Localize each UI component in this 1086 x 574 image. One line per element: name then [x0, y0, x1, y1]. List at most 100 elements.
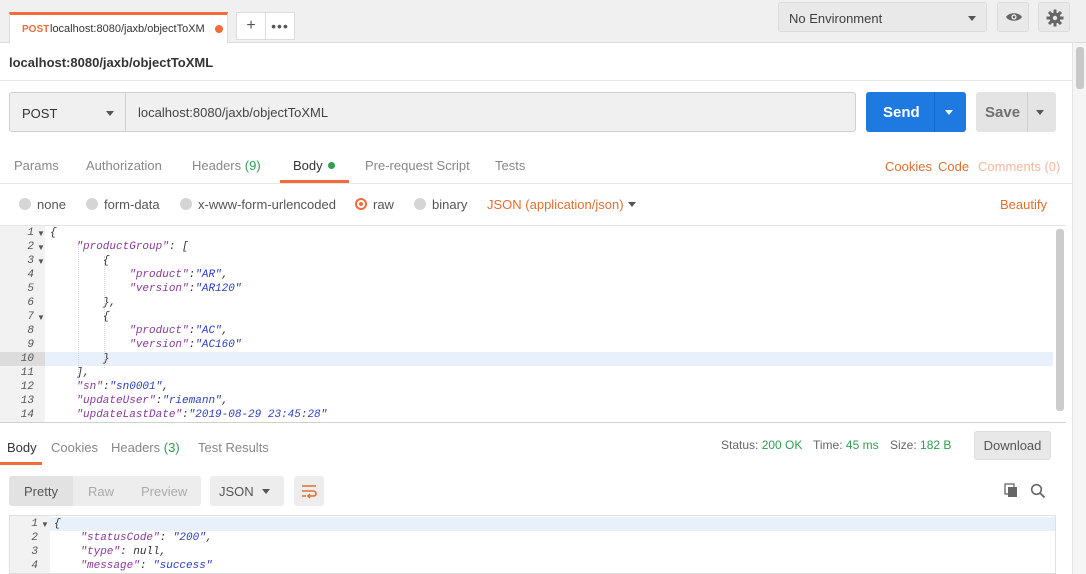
response-headers-count: (3) — [163, 440, 180, 455]
pretty-button[interactable]: Pretty — [24, 484, 58, 499]
new-tab-button[interactable]: + — [236, 12, 266, 40]
tab-url: localhost:8080/jaxb/objectToXM — [50, 23, 205, 35]
tab-params[interactable]: Params — [14, 158, 59, 173]
more-tabs-button[interactable]: ••• — [265, 12, 295, 40]
line-number: 11 — [20, 367, 34, 379]
json-string: "AC160" — [195, 339, 242, 351]
headers-count: (9) — [244, 158, 261, 173]
preview-button[interactable]: Preview — [141, 484, 187, 499]
tab-prerequest-script[interactable]: Pre-request Script — [365, 158, 470, 173]
response-language-select[interactable]: JSON — [210, 476, 284, 506]
radio-urlencoded[interactable] — [180, 198, 192, 210]
line-number: 4 — [27, 269, 34, 281]
response-tab-test-results[interactable]: Test Results — [198, 440, 269, 455]
code-line: "version":"AR120" — [129, 283, 242, 295]
response-body-viewer[interactable]: 1 2 3 4 ▼ { "statusCode": "200", "type":… — [9, 515, 1056, 574]
response-tab-headers[interactable]: Headers (3) — [111, 440, 180, 455]
radio-none[interactable] — [19, 198, 31, 210]
json-key: "version" — [129, 339, 189, 351]
code-line: { — [50, 227, 57, 239]
request-title: localhost:8080/jaxb/objectToXML — [9, 55, 214, 70]
chevron-down-icon[interactable] — [628, 202, 636, 207]
scrollbar-thumb[interactable] — [1076, 47, 1084, 89]
send-button[interactable]: Send — [866, 92, 966, 132]
gear-icon — [1046, 9, 1064, 27]
wrap-lines-button[interactable] — [294, 476, 324, 506]
status-label: Status: — [721, 438, 759, 452]
radio-form-data-label[interactable]: form-data — [104, 197, 160, 212]
active-line-highlight — [45, 352, 1053, 366]
body-indicator-dot-icon — [328, 162, 336, 169]
fold-arrow-icon[interactable]: ▼ — [37, 313, 45, 322]
copy-icon[interactable] — [1004, 483, 1019, 498]
fold-arrow-icon[interactable]: ▼ — [37, 243, 45, 252]
wrap-icon — [302, 485, 317, 499]
cookies-link[interactable]: Cookies — [885, 159, 932, 174]
download-button[interactable]: Download — [974, 431, 1051, 460]
response-tab-headers-label: Headers — [111, 440, 161, 455]
method-select[interactable]: POST — [9, 92, 126, 132]
size-readout: Size: 182 B — [890, 438, 951, 452]
code-line: "updateLastDate":"2019-08-29 23:45:28" — [76, 409, 328, 421]
active-tab-indicator — [0, 462, 42, 465]
json-string: "sn0001" — [109, 381, 163, 393]
code-line: "product":"AC", — [129, 325, 229, 337]
chevron-down-icon — [262, 489, 270, 494]
tab-authorization[interactable]: Authorization — [86, 158, 162, 173]
method-value: POST — [22, 106, 58, 121]
tab-method: POST — [22, 24, 50, 35]
code-link[interactable]: Code — [938, 159, 969, 174]
fold-arrow-icon[interactable]: ▼ — [41, 520, 49, 529]
line-number: 4 — [31, 560, 38, 572]
radio-raw-label[interactable]: raw — [373, 197, 394, 212]
code-line: "version":"AC160" — [129, 339, 242, 351]
content-type-select[interactable]: JSON (application/json) — [487, 197, 624, 212]
tab-headers[interactable]: Headers (9) — [192, 158, 261, 173]
json-key: "product" — [129, 269, 189, 281]
json-key: "sn" — [76, 381, 103, 393]
response-tab-cookies[interactable]: Cookies — [51, 440, 98, 455]
search-icon[interactable] — [1030, 483, 1046, 499]
radio-binary-label[interactable]: binary — [432, 197, 467, 212]
tab-tests[interactable]: Tests — [495, 158, 525, 173]
fold-arrow-icon[interactable]: ▼ — [37, 257, 45, 266]
json-key: "statusCode" — [80, 532, 160, 544]
response-tab-body[interactable]: Body — [7, 440, 37, 455]
code-line: { — [50, 311, 110, 323]
radio-urlencoded-label[interactable]: x-www-form-urlencoded — [198, 197, 336, 212]
radio-none-label[interactable]: none — [37, 197, 66, 212]
fold-arrow-icon[interactable]: ▼ — [37, 229, 45, 238]
size-label: Size: — [890, 438, 917, 452]
comments-link[interactable]: Comments (0) — [978, 159, 1060, 174]
line-number: 1 — [31, 518, 38, 530]
radio-form-data[interactable] — [86, 198, 98, 210]
request-tab[interactable]: POST localhost:8080/jaxb/objectToXM — [9, 12, 228, 43]
code-line: "message": "success" — [80, 560, 213, 572]
divider — [1027, 92, 1028, 132]
line-number: 12 — [20, 381, 34, 393]
eye-icon — [1006, 13, 1022, 21]
radio-binary[interactable] — [414, 198, 426, 210]
request-body-editor[interactable]: 1 2 3 4 5 6 7 8 9 10 11 12 13 14 ▼ ▼ ▼ ▼… — [0, 225, 1066, 423]
tab-body[interactable]: Body — [293, 158, 336, 173]
editor-scrollbar[interactable] — [1056, 229, 1064, 411]
status-value: 200 OK — [761, 438, 803, 452]
time-value: 45 ms — [845, 438, 879, 452]
send-options-chevron-icon[interactable] — [945, 110, 953, 115]
url-input[interactable] — [125, 92, 856, 132]
code-line: }, — [50, 297, 116, 309]
settings-button[interactable] — [1038, 2, 1070, 32]
line-number: 10 — [20, 353, 34, 365]
window-scrollbar[interactable] — [1072, 43, 1086, 574]
json-string: "AR" — [195, 269, 222, 281]
save-options-chevron-icon[interactable] — [1036, 110, 1044, 115]
save-button[interactable]: Save — [976, 92, 1056, 132]
beautify-link[interactable]: Beautify — [1000, 197, 1047, 212]
environment-select[interactable]: No Environment — [778, 2, 987, 32]
code-line: ], — [50, 367, 89, 379]
radio-raw[interactable] — [355, 198, 367, 210]
line-number: 8 — [27, 325, 34, 337]
environment-quick-look-button[interactable] — [997, 2, 1029, 32]
json-key: "updateLastDate" — [76, 409, 183, 421]
raw-button[interactable]: Raw — [88, 484, 114, 499]
